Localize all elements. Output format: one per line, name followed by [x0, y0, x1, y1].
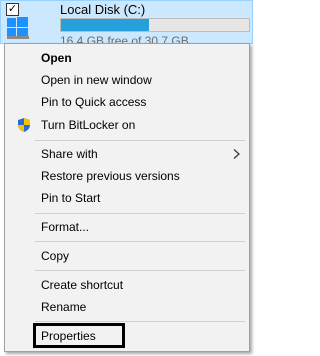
drive-usage-fill — [61, 19, 150, 31]
menu-item-format[interactable]: Format... — [7, 216, 247, 238]
select-checkbox[interactable]: ✓ — [6, 3, 19, 16]
menu-item-copy[interactable]: Copy — [7, 245, 247, 267]
explorer-view: ✓ Local Disk (C:) 16.4 GB free of 30.7 G… — [0, 0, 253, 356]
shield-icon — [18, 118, 30, 132]
context-menu: Open Open in new window Pin to Quick acc… — [4, 43, 250, 352]
menu-item-label: Copy — [41, 249, 70, 263]
drive-tile-local-disk-c[interactable]: ✓ Local Disk (C:) 16.4 GB free of 30.7 G… — [0, 0, 253, 48]
menu-separator — [35, 270, 245, 271]
properties-highlight-box — [33, 323, 125, 348]
menu-separator — [35, 140, 245, 141]
drive-name: Local Disk (C:) — [60, 2, 146, 17]
menu-item-label: Pin to Quick access — [41, 95, 147, 109]
menu-item-rename[interactable]: Rename — [7, 296, 247, 318]
menu-item-label: Turn BitLocker on — [41, 118, 136, 132]
menu-item-label: Rename — [41, 300, 87, 314]
menu-separator — [35, 213, 245, 214]
menu-item-label: Open in new window — [41, 73, 152, 87]
chevron-right-icon — [233, 149, 240, 159]
menu-item-label: Open — [41, 51, 72, 65]
menu-item-open[interactable]: Open — [7, 47, 247, 69]
windows-logo-icon — [7, 17, 29, 39]
menu-separator — [35, 321, 245, 322]
menu-item-label: Share with — [41, 147, 98, 161]
menu-item-restore-versions[interactable]: Restore previous versions — [7, 165, 247, 187]
menu-item-label: Pin to Start — [41, 191, 101, 205]
menu-item-open-new-window[interactable]: Open in new window — [7, 69, 247, 91]
menu-item-label: Restore previous versions — [41, 169, 180, 183]
menu-separator — [35, 241, 245, 242]
menu-item-share-with[interactable]: Share with — [7, 143, 247, 165]
menu-item-bitlocker[interactable]: Turn BitLocker on — [7, 114, 247, 136]
menu-item-pin-to-start[interactable]: Pin to Start — [7, 187, 247, 209]
menu-item-pin-quick-access[interactable]: Pin to Quick access — [7, 91, 247, 113]
menu-item-create-shortcut[interactable]: Create shortcut — [7, 274, 247, 296]
menu-item-label: Format... — [41, 220, 90, 234]
menu-item-label: Create shortcut — [41, 278, 124, 292]
drive-usage-bar — [60, 18, 250, 32]
